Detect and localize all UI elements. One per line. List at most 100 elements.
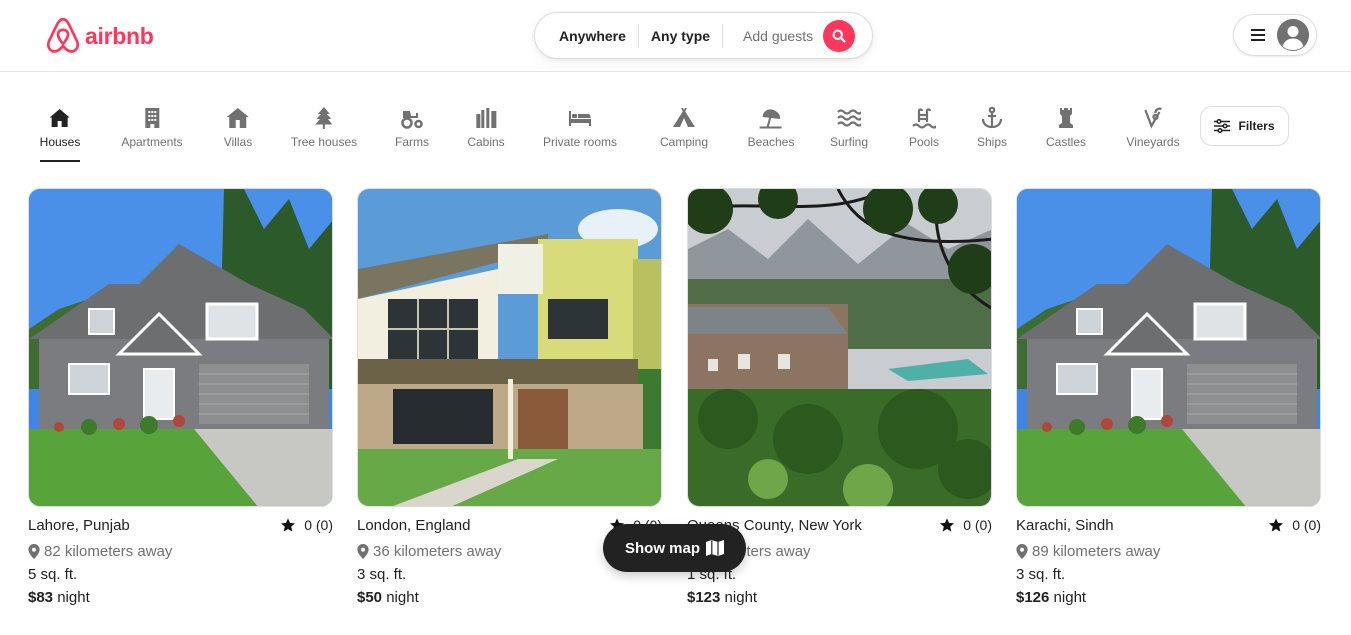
castle-icon <box>1058 108 1073 128</box>
tractor-icon <box>401 111 423 129</box>
category-farms[interactable]: Farms <box>395 106 429 149</box>
listing-size: 3 sq. ft. <box>1016 566 1066 583</box>
search-add-guests[interactable]: Add guests <box>723 28 823 44</box>
rating-value: 0 (0) <box>963 517 992 533</box>
distance-text: 82 kilometers away <box>44 543 173 560</box>
category-castles[interactable]: Castles <box>1046 106 1086 149</box>
price-unit: night <box>386 589 419 606</box>
top-header: airbnb Anywhere Any type Add guests <box>0 0 1351 72</box>
category-label: Camping <box>659 135 709 149</box>
pool-icon <box>912 108 936 129</box>
listing-card[interactable]: Karachi, Sindh 0 (0) 89 kilometers away … <box>1016 188 1321 606</box>
price-value: $126 <box>1016 589 1050 606</box>
star-icon <box>281 518 296 532</box>
umbrella-icon <box>759 109 782 129</box>
sliders-icon <box>1214 119 1231 133</box>
listing-size: 5 sq. ft. <box>28 566 78 583</box>
map-pin-icon <box>28 544 40 559</box>
user-menu-button[interactable] <box>1233 14 1317 56</box>
hamburger-icon <box>1251 29 1265 41</box>
category-private-rooms[interactable]: Private rooms <box>543 106 617 149</box>
search-icon <box>832 28 846 43</box>
category-label: Apartments <box>121 135 183 149</box>
listing-rating: 0 (0) <box>280 517 333 533</box>
show-map-button[interactable]: Show map <box>603 524 746 572</box>
user-avatar-icon <box>1277 19 1309 51</box>
category-cabins[interactable]: Cabins <box>467 106 505 149</box>
search-anywhere[interactable]: Anywhere <box>535 24 638 48</box>
cabin-icon <box>475 108 496 128</box>
category-villas[interactable]: Villas <box>224 106 252 149</box>
rating-value: 0 (0) <box>1292 517 1321 533</box>
tree-icon <box>315 107 333 129</box>
listing-card[interactable]: Lahore, Punjab 0 (0) 82 kilometers away … <box>28 188 333 606</box>
listing-photo[interactable] <box>687 188 992 507</box>
price-value: $123 <box>687 589 721 606</box>
price-value: $50 <box>357 589 383 606</box>
filters-button[interactable]: Filters <box>1200 106 1289 146</box>
vineyard-icon <box>1143 107 1162 129</box>
category-label: Vineyards <box>1126 135 1180 149</box>
airbnb-logo[interactable]: airbnb <box>45 17 154 55</box>
listing-photo[interactable] <box>1016 188 1321 507</box>
anchor-icon <box>981 106 1003 129</box>
star-icon <box>940 518 955 532</box>
category-label: Pools <box>908 135 940 149</box>
map-pin-icon <box>357 544 369 559</box>
brand-name: airbnb <box>85 22 154 49</box>
distance-text: 36 kilometers away <box>373 543 502 560</box>
airbnb-logo-icon <box>46 17 80 53</box>
listing-location: Lahore, Punjab <box>28 516 130 534</box>
search-any-type[interactable]: Any type <box>639 24 722 48</box>
category-apartments[interactable]: Apartments <box>121 106 183 149</box>
category-bar: Houses Apartments Villas Tree houses Far… <box>0 100 1351 166</box>
listing-distance: 89 kilometers away <box>1016 543 1321 560</box>
listing-photo[interactable] <box>357 188 662 507</box>
search-bar[interactable]: Anywhere Any type Add guests <box>534 12 873 59</box>
listing-price: $126 night <box>1016 589 1321 606</box>
category-tree-houses[interactable]: Tree houses <box>291 106 357 149</box>
listing-price: $123 night <box>687 589 992 606</box>
active-category-underline <box>40 160 80 162</box>
search-button[interactable] <box>823 19 856 52</box>
price-unit: night <box>724 589 758 606</box>
category-vineyards[interactable]: Vineyards <box>1126 106 1180 149</box>
listing-location: Karachi, Sindh <box>1016 516 1114 534</box>
house-icon <box>50 109 70 127</box>
category-label: Cabins <box>467 135 505 149</box>
category-label: Beaches <box>747 135 795 149</box>
category-label: Houses <box>39 135 81 149</box>
category-beaches[interactable]: Beaches <box>747 106 795 149</box>
price-unit: night <box>1053 589 1087 606</box>
category-label: Ships <box>976 135 1008 149</box>
price-value: $83 <box>28 589 54 606</box>
category-pools[interactable]: Pools <box>909 106 939 149</box>
category-label: Surfing <box>829 135 869 149</box>
bed-icon <box>569 111 591 126</box>
category-surfing[interactable]: Surfing <box>830 106 868 149</box>
tent-icon <box>673 108 695 127</box>
water-icon <box>837 109 861 127</box>
category-label: Farms <box>395 135 429 149</box>
category-ships[interactable]: Ships <box>977 106 1007 149</box>
filters-label: Filters <box>1238 119 1275 133</box>
listing-distance: 82 kilometers away <box>28 543 333 560</box>
listing-photo[interactable] <box>28 188 333 507</box>
villa-icon <box>227 108 249 128</box>
category-camping[interactable]: Camping <box>660 106 708 149</box>
building-icon <box>144 108 159 128</box>
listing-rating: 0 (0) <box>1268 517 1321 533</box>
rating-value: 0 (0) <box>304 517 333 533</box>
distance-text: 89 kilometers away <box>1032 543 1161 560</box>
map-icon <box>706 540 724 556</box>
listing-price: $50 night <box>357 589 662 606</box>
listing-rating: 0 (0) <box>939 517 992 533</box>
map-pin-icon <box>1016 544 1028 559</box>
category-houses[interactable]: Houses <box>39 106 81 149</box>
listing-price: $83 night <box>28 589 333 606</box>
category-label: Castles <box>1045 135 1087 149</box>
star-icon <box>1269 518 1284 532</box>
listing-location: London, England <box>357 516 471 534</box>
price-unit: night <box>57 589 90 606</box>
show-map-label: Show map <box>624 539 700 557</box>
